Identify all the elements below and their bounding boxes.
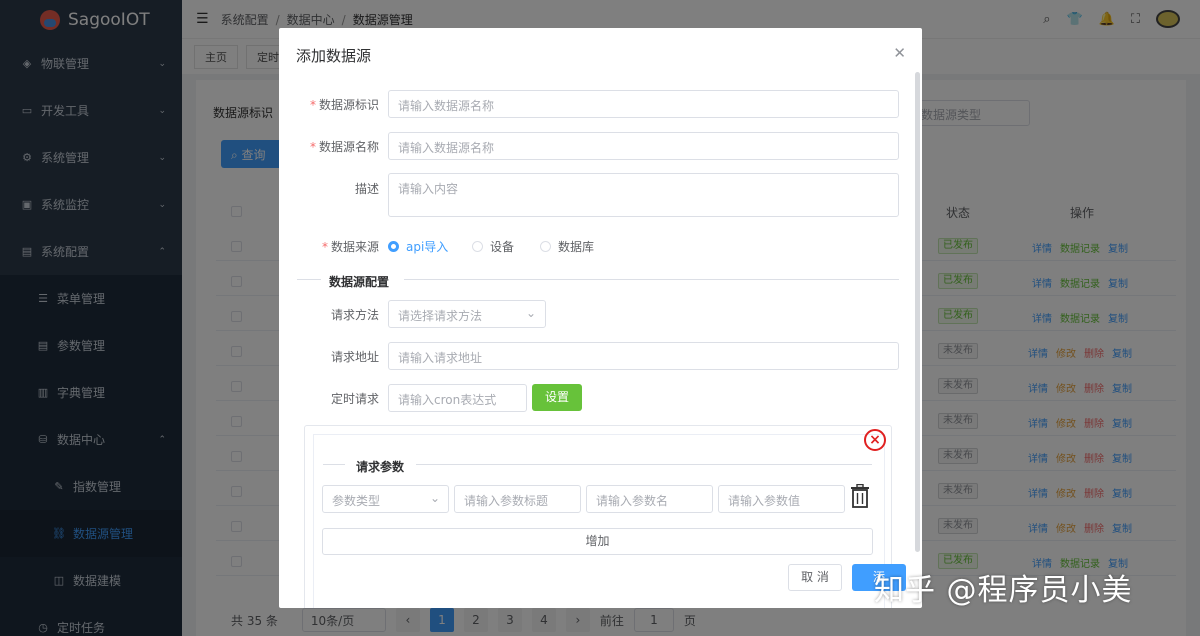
dialog-scrollbar[interactable] — [915, 72, 920, 552]
field-label-key: * 数据源标识 — [309, 98, 379, 112]
datasource-key-input[interactable]: 请输入数据源名称 — [388, 90, 899, 118]
dialog-title: 添加数据源 — [296, 47, 372, 65]
divider — [323, 464, 345, 465]
add-param-button[interactable]: 增加 — [322, 528, 873, 555]
add-datasource-dialog: 添加数据源 ✕ * 数据源标识 请输入数据源名称 * 数据源名称 请输入数据源名称 … — [279, 28, 922, 608]
watermark: 知乎 @程序员小美 — [874, 573, 1133, 608]
radio-dot — [388, 241, 399, 252]
cron-set-button[interactable]: 设置 — [532, 384, 582, 411]
field-label-source: * 数据来源 — [321, 240, 379, 254]
radio-device[interactable]: 设备 — [472, 238, 514, 255]
cron-input[interactable]: 请输入cron表达式 — [388, 384, 527, 412]
close-icon[interactable]: ✕ — [893, 44, 906, 62]
radio-database[interactable]: 数据库 — [540, 238, 594, 255]
divider — [297, 279, 321, 280]
trash-icon[interactable] — [850, 484, 870, 508]
datasource-name-input[interactable]: 请输入数据源名称 — [388, 132, 899, 160]
radio-api[interactable]: api导入 — [388, 238, 448, 255]
field-label-url: 请求地址 — [330, 350, 379, 364]
remove-group-icon[interactable]: × — [864, 429, 886, 451]
field-label-method: 请求方法 — [330, 308, 379, 322]
request-url-input[interactable]: 请输入请求地址 — [388, 342, 899, 370]
cancel-button[interactable]: 取 消 — [788, 564, 842, 591]
field-label-name: * 数据源名称 — [309, 140, 379, 154]
chevron-down-icon: ⌄ — [429, 491, 440, 505]
param-value-input[interactable]: 请输入参数值 — [718, 485, 845, 513]
radio-dot — [540, 241, 551, 252]
divider — [404, 279, 899, 280]
param-title-input[interactable]: 请输入参数标题 — [454, 485, 581, 513]
config-section-title: 数据源配置 — [329, 275, 390, 289]
param-name-input[interactable]: 请输入参数名 — [586, 485, 713, 513]
divider — [416, 464, 872, 465]
radio-dot — [472, 241, 483, 252]
params-section-title: 请求参数 — [356, 460, 405, 474]
param-type-select[interactable]: 参数类型 ⌄ — [322, 485, 449, 513]
field-label-cron: 定时请求 — [330, 392, 379, 406]
chevron-down-icon: ⌄ — [525, 306, 536, 320]
request-method-select[interactable]: 请选择请求方法 ⌄ — [388, 300, 546, 328]
field-label-desc: 描述 — [354, 182, 379, 196]
description-textarea[interactable]: 请输入内容 — [388, 173, 899, 217]
